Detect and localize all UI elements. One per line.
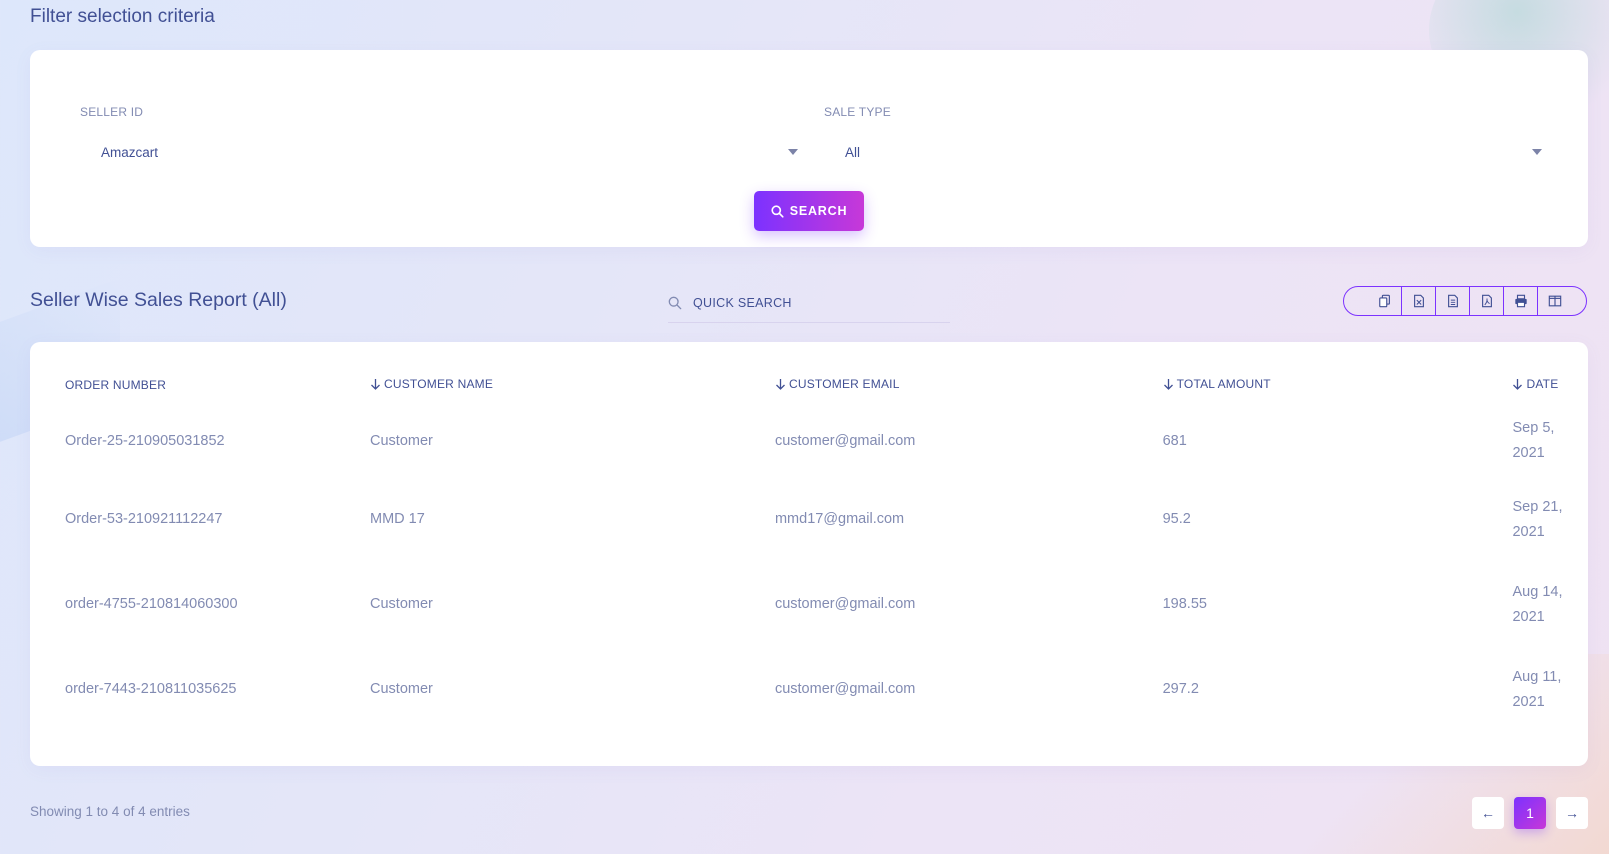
customer-email-cell: customer@gmail.com [774,681,916,697]
sale-type-value: All [845,144,861,160]
column-header-date[interactable]: DATE [1512,365,1588,405]
column-header-order-number[interactable]: ORDER NUMBER [65,365,370,405]
arrow-down-icon [1163,379,1173,390]
filter-title: Filter selection criteria [30,6,215,27]
pagination-next-button[interactable]: → [1556,797,1588,829]
order-number-cell: Order-25-210905031852 [65,432,225,449]
sales-report-table: ORDER NUMBER CUSTOMER NAME CUSTOMER EMAI… [65,365,1588,732]
report-table-card: ORDER NUMBER CUSTOMER NAME CUSTOMER EMAI… [30,342,1588,766]
columns-icon [1548,295,1561,307]
customer-email-cell: customer@gmail.com [774,596,916,612]
pdf-button[interactable] [1469,286,1503,316]
print-button[interactable] [1503,286,1537,316]
csv-button[interactable] [1435,286,1469,316]
date-cell: Aug 11, 2021 [1512,668,1562,710]
search-icon [771,204,784,218]
table-row: Order-25-210905031852 Customer customer@… [65,405,1588,477]
excel-icon [1413,294,1424,308]
sale-type-select[interactable]: All [824,138,1542,166]
arrow-down-icon [371,379,380,390]
table-header-row: ORDER NUMBER CUSTOMER NAME CUSTOMER EMAI… [65,365,1588,405]
date-cell: Sep 5, 2021 [1512,420,1555,461]
column-header-total-amount[interactable]: TOTAL AMOUNT [1163,365,1513,405]
seller-id-label: SELLER ID [80,105,144,119]
seller-id-value: Amazcart [101,144,159,160]
date-cell: Sep 21, 2021 [1512,498,1563,540]
arrow-down-icon [776,379,785,390]
search-button[interactable]: SEARCH [754,191,864,231]
export-button-group [1343,286,1587,316]
search-button-label: SEARCH [789,204,848,218]
order-number-cell: order-4755-210814060300 [65,596,238,612]
customer-name-cell: Customer [370,432,433,449]
pdf-icon [1481,294,1492,308]
customer-name-cell: Customer [370,596,433,612]
sale-type-label: SALE TYPE [824,105,891,119]
chevron-down-icon [1532,149,1542,155]
total-amount-cell: 95.2 [1162,511,1191,527]
print-icon [1514,294,1527,308]
column-header-customer-name[interactable]: CUSTOMER NAME [370,365,775,405]
arrow-down-icon [1513,379,1523,390]
copy-button[interactable] [1368,286,1401,316]
pagination-page-1[interactable]: 1 [1514,797,1546,829]
total-amount-cell: 681 [1162,432,1187,449]
table-row: order-7443-210811035625 Customer custome… [65,647,1588,732]
copy-icon [1378,294,1390,308]
order-number-cell: order-7443-210811035625 [65,681,237,697]
date-cell: Aug 14, 2021 [1512,583,1563,625]
seller-id-select[interactable]: Amazcart [80,138,798,166]
customer-email-cell: mmd17@gmail.com [774,511,905,527]
customer-name-cell: Customer [370,681,433,697]
arrow-right-icon: → [1565,805,1579,821]
customer-name-cell: MMD 17 [370,511,425,527]
search-icon [668,296,682,310]
filter-card: SELLER ID Amazcart SALE TYPE All SEARCH [30,50,1588,247]
table-row: Order-53-210921112247 MMD 17 mmd17@gmail… [65,477,1588,562]
pagination-info: Showing 1 to 4 of 4 entries [30,804,190,819]
table-row: order-4755-210814060300 Customer custome… [65,562,1588,647]
total-amount-cell: 198.55 [1162,596,1207,612]
excel-button[interactable] [1401,286,1435,316]
pagination-prev-button[interactable]: ← [1472,797,1504,829]
chevron-down-icon [788,149,798,155]
report-title: Seller Wise Sales Report (All) [30,289,287,311]
arrow-left-icon: ← [1481,805,1495,821]
quick-search-input[interactable] [691,295,935,311]
column-header-customer-email[interactable]: CUSTOMER EMAIL [775,365,1163,405]
order-number-cell: Order-53-210921112247 [65,511,223,527]
column-visibility-button[interactable] [1537,286,1571,316]
total-amount-cell: 297.2 [1162,681,1199,697]
customer-email-cell: customer@gmail.com [774,432,916,449]
csv-icon [1447,294,1458,308]
quick-search [668,284,950,323]
